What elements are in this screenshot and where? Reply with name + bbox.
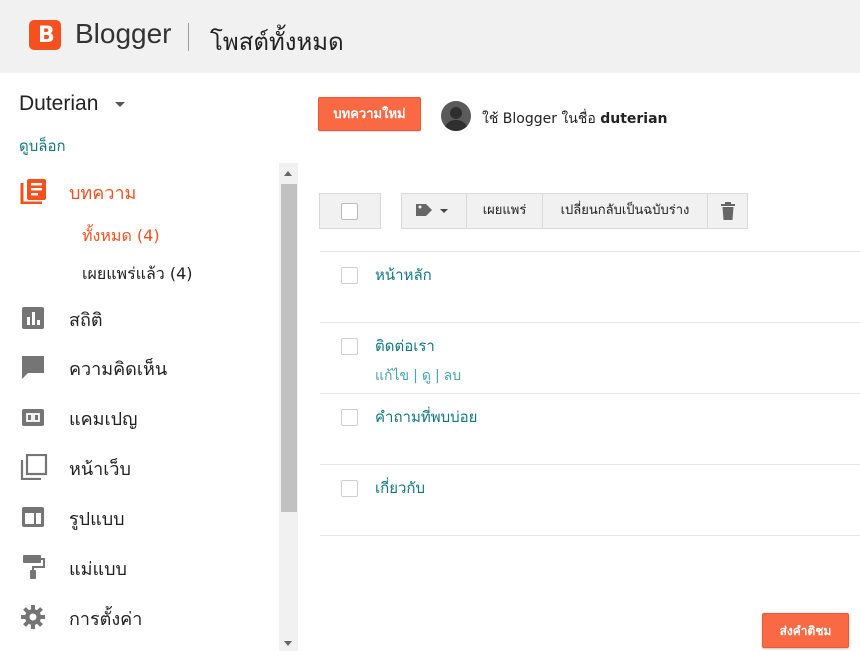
send-feedback-button[interactable]: ส่งคำติชม [762, 613, 849, 648]
label-tag-icon [416, 204, 448, 216]
post-row[interactable]: เกี่ยวกับ [320, 465, 860, 536]
sidebar-item-label: ความคิดเห็น [69, 359, 168, 380]
view-blog-link[interactable]: ดูบล็อก [19, 134, 66, 158]
select-all-checkbox[interactable] [341, 203, 358, 220]
separator: | [413, 368, 418, 384]
post-checkbox[interactable] [341, 480, 358, 497]
scroll-down-arrow-icon[interactable] [284, 641, 292, 646]
sidebar-subitem-published[interactable]: เผยแพร่แล้ว (4) [82, 262, 193, 287]
caret-down-icon[interactable] [115, 102, 125, 107]
post-title[interactable]: หน้าหลัก [375, 263, 432, 287]
post-row[interactable]: คำถามที่พบบ่อย [320, 394, 860, 465]
labels-button[interactable] [401, 193, 467, 229]
delete-button[interactable] [707, 193, 748, 229]
gear-icon [21, 605, 45, 629]
publish-button[interactable]: เผยแพร่ [466, 193, 543, 229]
username: duterian [600, 111, 668, 127]
sidebar-item-label: บทความ [69, 183, 137, 204]
avatar[interactable] [441, 101, 471, 131]
sidebar-item-stats[interactable]: สถิติ [0, 295, 278, 339]
sidebar-item-label: รูปแบบ [69, 509, 125, 530]
post-checkbox[interactable] [341, 409, 358, 426]
scrollbar-thumb[interactable] [281, 184, 297, 512]
post-row[interactable]: ติดต่อเรา แก้ไข | ดู | ลบ [320, 323, 860, 394]
sidebar-item-label: แม่แบบ [69, 559, 127, 580]
sidebar-item-label: หน้าเว็บ [69, 459, 131, 480]
post-actions: แก้ไข | ดู | ลบ [375, 365, 461, 387]
scroll-up-arrow-icon[interactable] [284, 171, 292, 176]
sidebar-item-label: สถิติ [69, 310, 103, 331]
post-title[interactable]: ติดต่อเรา [375, 334, 435, 358]
blog-selector[interactable]: Duterian [19, 92, 98, 116]
delete-link[interactable]: ลบ [444, 368, 461, 384]
post-checkbox[interactable] [341, 267, 358, 284]
theme-icon [23, 555, 45, 579]
pages-icon [20, 454, 48, 480]
sidebar-item-campaigns[interactable]: แคมเปญ [0, 394, 278, 438]
sidebar-item-comments[interactable]: ความคิดเห็น [0, 344, 278, 388]
page-title: โพสต์ทั้งหมด [210, 28, 344, 56]
avatar-head [450, 107, 462, 119]
campaigns-icon [22, 409, 44, 426]
revert-to-draft-button[interactable]: เปลี่ยนกลับเป็นฉบับร่าง [542, 193, 708, 229]
separator: | [434, 368, 440, 384]
layout-icon [22, 507, 44, 527]
top-bar: B Blogger โพสต์ทั้งหมด [0, 0, 860, 73]
post-title[interactable]: คำถามที่พบบ่อย [375, 405, 477, 429]
sidebar-item-posts[interactable]: บทความ [0, 168, 278, 212]
header-divider [188, 23, 189, 51]
trash-icon [721, 202, 735, 220]
post-title[interactable]: เกี่ยวกับ [375, 476, 425, 500]
view-link[interactable]: ดู [422, 368, 431, 384]
sidebar-item-theme[interactable]: แม่แบบ [0, 544, 278, 588]
comments-icon [22, 356, 44, 379]
sidebar-item-pages[interactable]: หน้าเว็บ [0, 444, 278, 488]
using-as-text: ใช้ Blogger ในชื่อ duterian [482, 111, 668, 127]
post-row[interactable]: หน้าหลัก [320, 252, 860, 323]
sidebar-item-settings[interactable]: การตั้งค่า [0, 594, 278, 638]
sidebar-item-label: แคมเปญ [69, 409, 138, 430]
sidebar-item-label: การตั้งค่า [69, 609, 143, 630]
stats-icon [22, 307, 44, 329]
edit-link[interactable]: แก้ไข [375, 368, 409, 384]
sidebar-item-layout[interactable]: รูปแบบ [0, 494, 278, 538]
brand-name[interactable]: Blogger [75, 18, 172, 50]
new-post-button[interactable]: บทความใหม่ [318, 97, 421, 131]
avatar-body [445, 120, 467, 131]
blogger-logo-icon[interactable]: B [29, 20, 61, 50]
post-checkbox[interactable] [341, 338, 358, 355]
sidebar-subitem-all[interactable]: ทั้งหมด (4) [82, 224, 160, 249]
posts-icon [20, 179, 46, 204]
